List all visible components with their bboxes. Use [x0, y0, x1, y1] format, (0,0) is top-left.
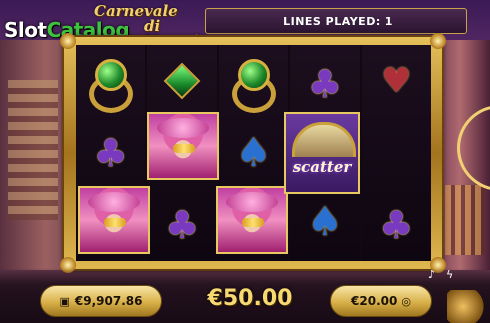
- game-title-line1: Carnevale: [94, 2, 178, 20]
- brand-part1: Slot: [4, 18, 47, 42]
- lines-played-value: 1: [384, 14, 393, 28]
- blue-spade-symbol: ♠: [306, 199, 343, 246]
- coins-icon: ◎: [401, 294, 411, 308]
- lines-played-bar: LINES PLAYED: 1: [205, 8, 467, 34]
- music-note-icon[interactable]: ♪: [428, 268, 435, 281]
- bet-selector[interactable]: €20.00 ◎: [330, 285, 432, 317]
- purple-club-symbol: ♣: [379, 203, 414, 247]
- scatter-label: scatter: [292, 158, 352, 176]
- blue-spade-symbol: ♠: [235, 130, 272, 176]
- purple-club-symbol: ♣: [93, 131, 128, 175]
- green-ring-symbol: [228, 53, 280, 113]
- frame-corner-ornament: [60, 33, 76, 49]
- green-diamond-symbol: [156, 53, 208, 109]
- bet-value: €20.00: [351, 294, 398, 308]
- wallet-icon: ▣: [59, 294, 70, 308]
- purple-club-symbol: ♣: [165, 203, 200, 247]
- balance-value: €9,907.86: [74, 294, 143, 308]
- frame-corner-ornament: [430, 33, 446, 49]
- reel-5-slot-2: [370, 125, 422, 181]
- game-title: Carnevale di Venezia: [88, 2, 208, 49]
- purple-club-symbol: ♣: [307, 61, 342, 106]
- lightning-icon[interactable]: ϟ: [446, 268, 453, 281]
- rialto-bridge-icon: [292, 122, 356, 157]
- masked-lady-symbol: [78, 186, 150, 254]
- green-ring-symbol: [85, 53, 137, 113]
- reel-5: ♥ ♣: [361, 45, 432, 261]
- masked-lady-symbol: [216, 186, 288, 254]
- lines-played-label: LINES PLAYED:: [283, 14, 381, 28]
- masked-lady-symbol: [147, 112, 219, 180]
- balance-display: ▣ €9,907.86: [40, 285, 162, 317]
- coin-stack-decoration: [447, 290, 487, 323]
- scatter-symbol: scatter: [284, 112, 360, 194]
- total-bet-display[interactable]: €50.00: [200, 286, 300, 311]
- red-heart-symbol: ♥: [381, 61, 412, 101]
